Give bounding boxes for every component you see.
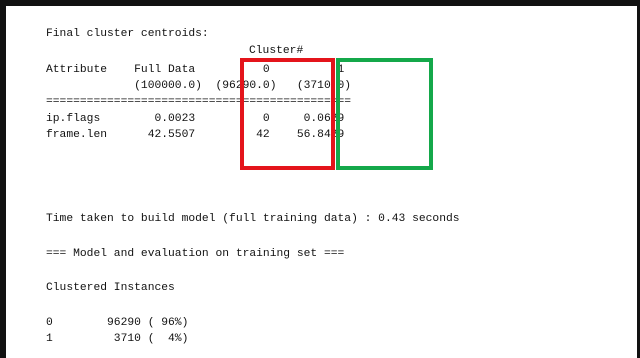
time-taken-line: Time taken to build model (full training…	[46, 213, 460, 225]
evaluation-header: === Model and evaluation on training set…	[46, 248, 345, 260]
cluster-0-highlight-box	[240, 58, 335, 170]
cluster-1-instances: 1 3710 ( 4%)	[46, 333, 189, 345]
centroids-heading: Final cluster centroids:	[46, 28, 209, 40]
clusterer-output: Final cluster centroids: Cluster# Attrib…	[0, 0, 640, 358]
cluster-0-instances: 0 96290 ( 96%)	[46, 317, 189, 329]
cluster-1-highlight-box	[336, 58, 433, 170]
cluster-header: Cluster#	[249, 45, 304, 57]
clustered-instances-heading: Clustered Instances	[46, 282, 175, 294]
